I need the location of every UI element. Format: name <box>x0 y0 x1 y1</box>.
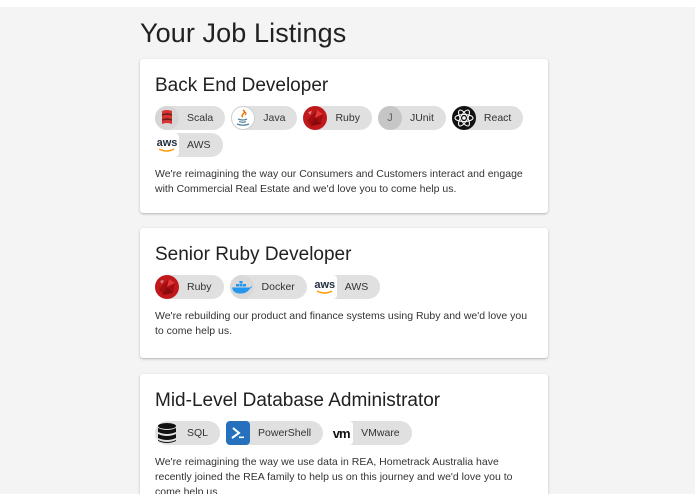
tag-chip-vmware[interactable]: vm VMware <box>329 421 412 445</box>
tag-label: React <box>483 112 512 124</box>
tag-chip-aws[interactable]: aws AWS <box>155 133 223 157</box>
job-title[interactable]: Mid-Level Database Administrator <box>155 390 533 412</box>
docker-icon <box>229 275 254 299</box>
vmware-icon: vm <box>329 421 354 445</box>
tag-label: Ruby <box>335 112 360 124</box>
tag-chip-react[interactable]: React <box>451 106 524 130</box>
tag-label: Java <box>263 112 286 124</box>
page-title: Your Job Listings <box>140 18 347 48</box>
junit-icon: J <box>377 106 402 130</box>
tag-label: AWS <box>187 139 211 151</box>
tag-label: AWS <box>344 281 369 293</box>
tag-label: JUnit <box>409 112 434 124</box>
tag-list: SQL PowerShell vm VMware <box>155 421 533 445</box>
tag-list: Ruby Docker aws AWS <box>155 275 533 299</box>
job-card-back-end-developer[interactable]: Back End Developer Scala Java Ruby J JUn… <box>140 59 548 213</box>
database-icon <box>155 421 179 445</box>
ruby-icon <box>155 275 179 299</box>
job-description: We're reimagining the way we use data in… <box>155 456 513 494</box>
job-title[interactable]: Senior Ruby Developer <box>155 244 533 266</box>
tag-chip-ruby[interactable]: Ruby <box>303 106 372 130</box>
powershell-icon <box>226 421 251 445</box>
ruby-icon <box>303 106 328 130</box>
tag-chip-junit[interactable]: J JUnit <box>377 106 446 130</box>
job-description: We're rebuilding our product and finance… <box>155 310 528 337</box>
page: Your Job Listings Back End Developer Sca… <box>0 7 695 494</box>
tag-label: SQL <box>187 427 209 439</box>
job-card-senior-ruby-developer[interactable]: Senior Ruby Developer Ruby Docker aws AW… <box>140 228 548 358</box>
aws-logo-text: aws <box>314 278 336 291</box>
junit-letter: J <box>387 112 393 124</box>
react-icon <box>451 106 476 130</box>
tag-label: PowerShell <box>258 427 312 439</box>
tag-label: Ruby <box>187 281 212 293</box>
aws-icon: aws <box>155 133 179 157</box>
tag-label: Scala <box>187 112 214 124</box>
aws-icon: aws <box>312 275 337 299</box>
scala-icon <box>155 106 179 130</box>
job-title[interactable]: Back End Developer <box>155 75 533 97</box>
tag-chip-scala[interactable]: Scala <box>155 106 226 130</box>
tag-chip-java[interactable]: Java <box>231 106 298 130</box>
vmware-logo-text: vm <box>332 425 351 441</box>
tag-list: Scala Java Ruby J JUnit React aws AWS <box>155 106 533 157</box>
job-card-mid-level-database-administrator[interactable]: Mid-Level Database Administrator SQL Pow… <box>140 374 548 494</box>
job-description: We're reimagining the way our Consumers … <box>155 168 523 195</box>
tag-chip-sql[interactable]: SQL <box>155 421 221 445</box>
aws-logo-text: aws <box>156 136 178 149</box>
tag-chip-ruby[interactable]: Ruby <box>155 275 224 299</box>
java-icon <box>231 106 256 130</box>
tag-label: VMware <box>361 427 400 439</box>
tag-label: Docker <box>261 281 295 293</box>
tag-chip-aws[interactable]: aws AWS <box>312 275 381 299</box>
tag-chip-powershell[interactable]: PowerShell <box>226 421 324 445</box>
tag-chip-docker[interactable]: Docker <box>229 275 307 299</box>
